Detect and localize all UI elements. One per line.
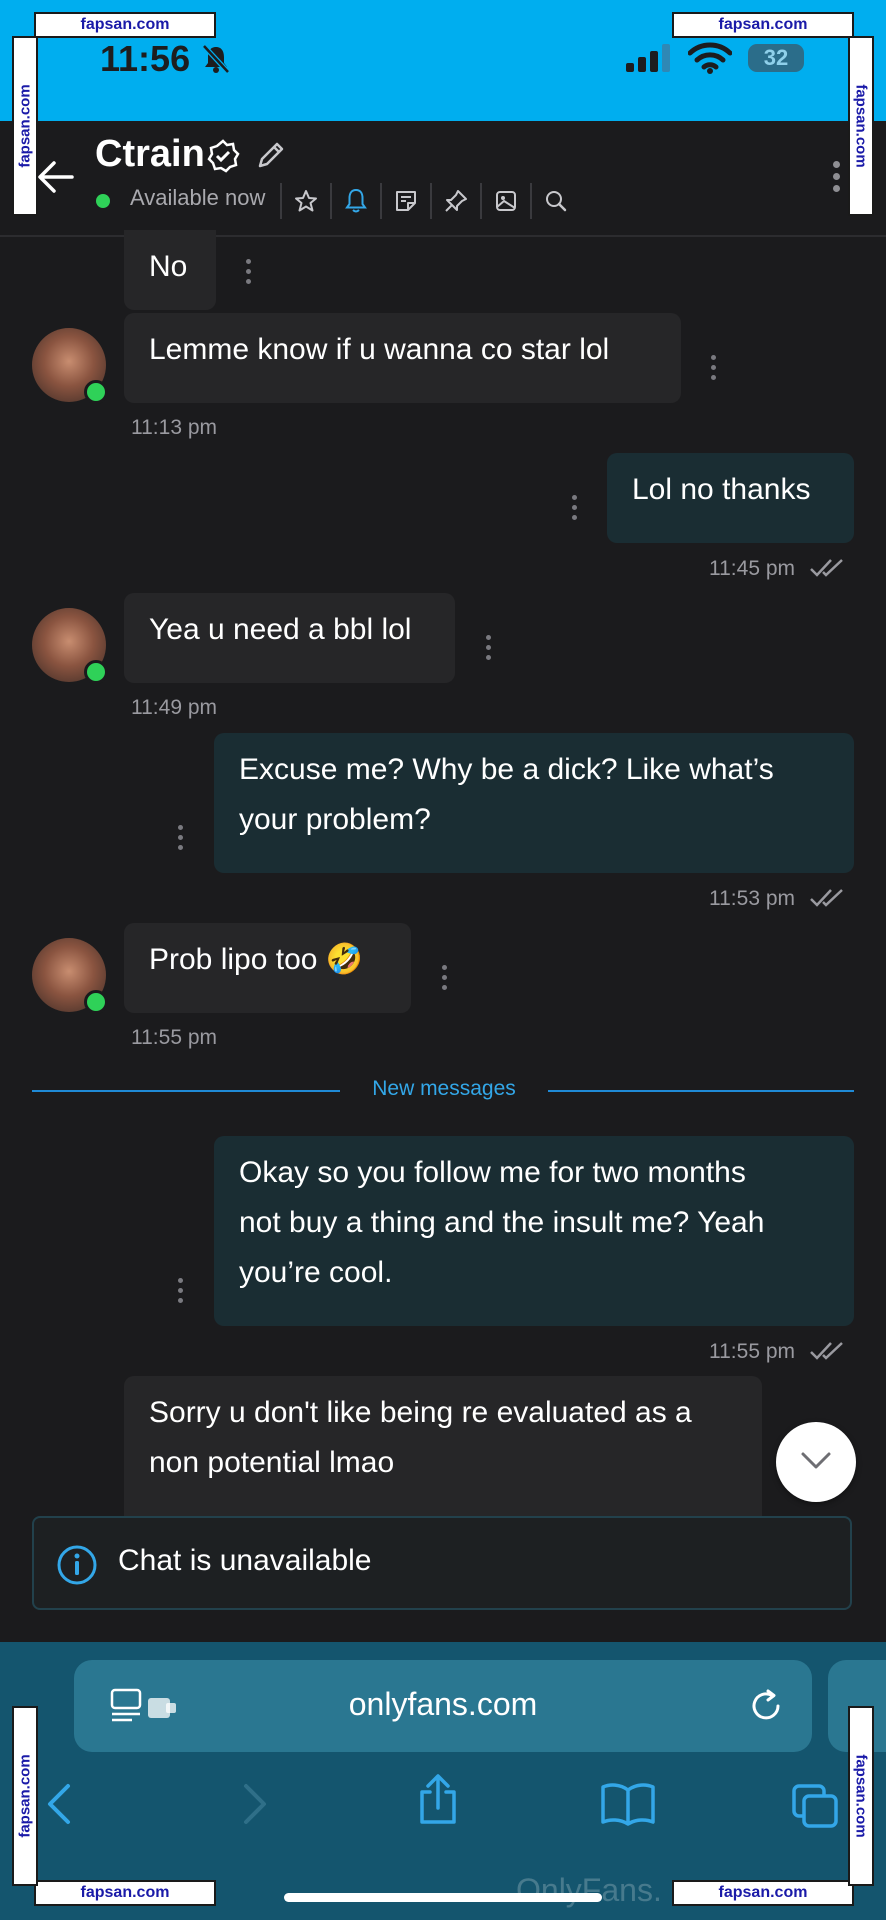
address-bar[interactable]: onlyfans.com [74,1660,812,1752]
bookmarks-icon[interactable] [600,1782,656,1826]
read-check-icon [810,889,843,907]
message-line: Sorry u don't like being re evaluated as… [149,1396,692,1429]
new-messages-label: New messages [372,1077,516,1100]
tabs-icon[interactable] [790,1782,840,1830]
more-vertical-icon[interactable] [833,161,840,192]
chat-unavailable-text: Chat is unavailable [118,1544,372,1577]
watermark-bottom-right: fapsan.com [672,1880,854,1906]
presence-status: Available now [130,185,266,210]
wifi-icon [688,42,732,74]
chat-unavailable-banner: Chat is unavailable [32,1516,852,1610]
watermark-right-top: fapsan.com [848,36,874,216]
message-time: 11:55 pm [131,1026,217,1049]
message-time: 11:45 pm [709,557,795,580]
message-time: 11:49 pm [131,696,217,719]
online-dot [84,660,108,684]
verified-icon [207,139,240,173]
forward-icon[interactable] [238,1782,270,1826]
message-menu-icon[interactable] [572,495,577,520]
message-bubble-incoming: Sorry u don't like being re evaluated as… [124,1376,762,1516]
browser-toolbar: onlyfans.com [0,1642,886,1920]
onlyfans-watermark: OnlyFans. [516,1872,662,1908]
message-menu-icon[interactable] [178,1278,183,1303]
scroll-to-bottom-button[interactable] [776,1422,856,1502]
online-dot [84,380,108,404]
divider-line [32,1090,340,1092]
presence-dot [96,194,110,208]
message-bubble-incoming: Prob lipo too 🤣 [124,923,411,1013]
message-menu-icon[interactable] [178,825,183,850]
back-arrow-icon[interactable] [36,157,76,197]
message-text: Yea u need a bbl lol [149,613,412,646]
message-line: Okay so you follow me for two months [239,1156,746,1189]
online-dot [84,990,108,1014]
chat-header: Ctrain Available now [0,121,886,237]
message-bubble-outgoing: Excuse me? Why be a dick? Like what’s yo… [214,733,854,873]
home-indicator[interactable] [284,1893,602,1902]
watermark-text: fapsan.com [852,84,870,168]
avatar[interactable] [32,328,108,404]
chat-title[interactable]: Ctrain [95,133,205,176]
avatar[interactable] [32,608,108,684]
read-check-icon [810,1342,843,1360]
share-icon[interactable] [416,1774,460,1826]
message-bubble-incoming: Yea u need a bbl lol [124,593,455,683]
message-text: No [149,250,188,283]
avatar[interactable] [32,938,108,1014]
watermark-left-bottom: fapsan.com [12,1706,38,1886]
bell-slash-icon [202,44,230,74]
url-text[interactable]: onlyfans.com [74,1686,812,1723]
header-actions [280,183,580,219]
watermark-text: fapsan.com [852,1754,870,1838]
watermark-left-top: fapsan.com [12,36,38,216]
signal-icon [626,44,670,72]
back-icon[interactable] [44,1782,76,1826]
battery-icon: 32 [748,44,804,72]
message-bubble-outgoing: Lol no thanks [607,453,854,543]
message-line: Excuse me? Why be a dick? Like what’s [239,753,774,786]
message-line: you’re cool. [239,1256,393,1289]
search-icon[interactable] [530,183,580,219]
reload-icon[interactable] [748,1688,784,1724]
message-menu-icon[interactable] [486,635,491,660]
info-icon [57,1545,97,1585]
watermark-text: fapsan.com [16,84,34,168]
message-time: 11:13 pm [131,416,217,439]
message-text: Lemme know if u wanna co star lol [149,333,610,366]
message-bubble-outgoing: Okay so you follow me for two months not… [214,1136,854,1326]
message-time: 11:53 pm [709,887,795,910]
pencil-icon[interactable] [255,139,287,171]
image-icon[interactable] [480,183,530,219]
message-bubble-incoming: Lemme know if u wanna co star lol [124,313,681,403]
watermark-top-right: fapsan.com [672,12,854,38]
divider-line [548,1090,854,1092]
bell-icon[interactable] [330,183,380,219]
star-icon[interactable] [280,183,330,219]
watermark-top-left: fapsan.com [34,12,216,38]
message-line: your problem? [239,803,431,836]
message-menu-icon[interactable] [711,355,716,380]
message-text: Lol no thanks [632,473,811,506]
message-menu-icon[interactable] [442,965,447,990]
message-time: 11:55 pm [709,1340,795,1363]
read-check-icon [810,559,843,577]
watermark-right-bottom: fapsan.com [848,1706,874,1886]
status-time: 11:56 [100,38,191,79]
message-text: Prob lipo too 🤣 [149,943,364,976]
pin-icon[interactable] [430,183,480,219]
chevron-down-icon [801,1452,831,1469]
watermark-bottom-left: fapsan.com [34,1880,216,1906]
watermark-text: fapsan.com [16,1754,34,1838]
message-menu-icon[interactable] [246,259,251,284]
message-line: not buy a thing and the insult me? Yeah [239,1206,765,1239]
message-bubble-incoming: No [124,230,216,310]
message-line: non potential lmao [149,1446,395,1479]
note-icon[interactable] [380,183,430,219]
